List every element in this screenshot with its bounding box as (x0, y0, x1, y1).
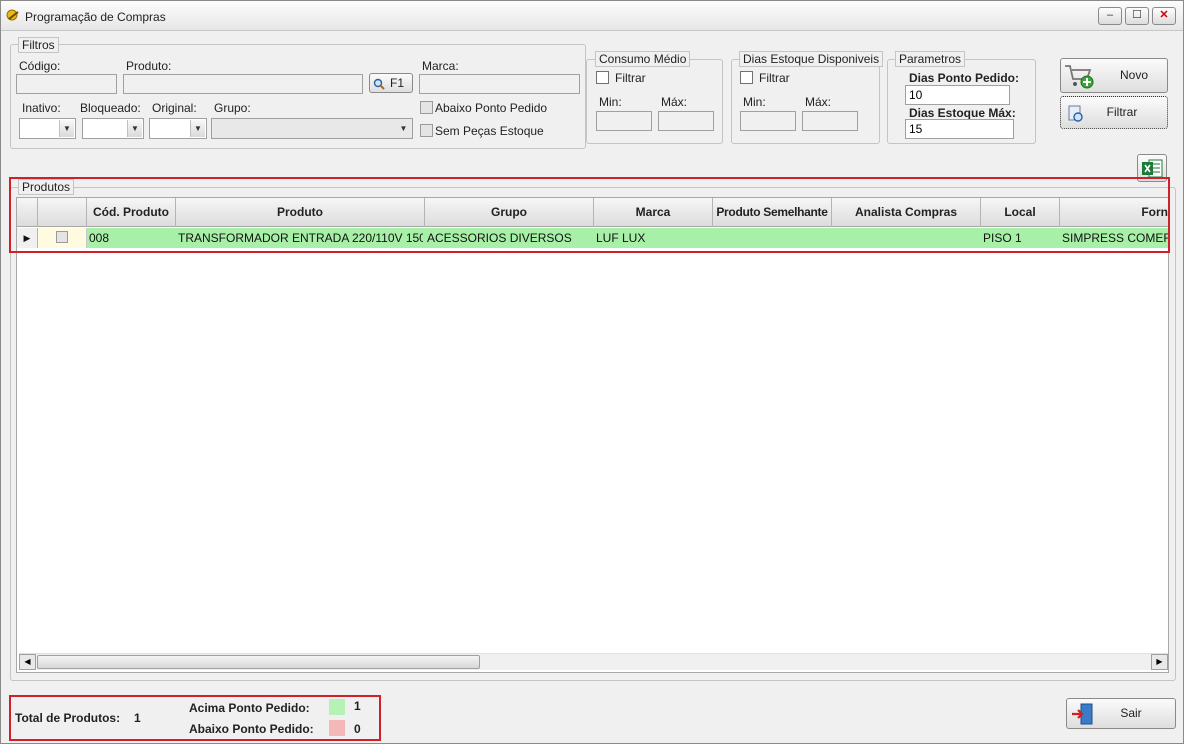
inativo-select[interactable]: ▼ (19, 118, 76, 139)
filter-icon (1067, 104, 1085, 135)
scroll-left-button[interactable]: ◀ (19, 654, 36, 670)
ponto-pedido-label: Dias Ponto Pedido: (909, 71, 1020, 85)
grupo-select[interactable]: ▼ (211, 118, 413, 139)
filtrar-button-label: Filtrar (1106, 105, 1138, 119)
maximize-button[interactable]: ☐ (1125, 7, 1149, 25)
close-button[interactable]: ✕ (1152, 7, 1176, 25)
scroll-right-button[interactable]: ▶ (1151, 654, 1168, 670)
highlight-footer-box (9, 695, 381, 741)
codigo-label: Código: (19, 59, 61, 73)
original-select[interactable]: ▼ (149, 118, 207, 139)
window-title: Programação de Compras (25, 10, 166, 24)
dias-estoque-label: Dias Estoque Disponiveis (739, 51, 884, 67)
magnifier-icon (373, 77, 385, 95)
minimize-button[interactable]: – (1098, 7, 1122, 25)
ponto-pedido-input[interactable]: 10 (905, 85, 1010, 105)
app-icon (6, 8, 21, 23)
chevron-down-icon: ▼ (399, 124, 408, 133)
chevron-down-icon: ▼ (127, 120, 142, 137)
consumo-min-input[interactable] (596, 111, 652, 131)
consumo-min-label: Min: (599, 95, 622, 109)
sem-pecas-checkbox[interactable] (420, 124, 433, 137)
dias-min-label: Min: (743, 95, 766, 109)
main-window: Programação de Compras – ☐ ✕ Filtros Cód… (0, 0, 1184, 744)
produto-label: Produto: (126, 59, 172, 73)
sair-label: Sair (1120, 706, 1142, 720)
filtrar-button[interactable]: Filtrar (1060, 96, 1168, 129)
scroll-thumb[interactable] (37, 655, 480, 669)
filtros-label: Filtros (18, 37, 59, 53)
estoque-max-label: Dias Estoque Máx: (909, 106, 1016, 120)
estoque-max-input[interactable]: 15 (905, 119, 1014, 139)
f1-label: F1 (389, 76, 404, 90)
consumo-filtrar-checkbox[interactable] (596, 71, 609, 84)
consumo-max-input[interactable] (658, 111, 714, 131)
consumo-filtrar-label: Filtrar (615, 71, 646, 85)
original-label: Original: (152, 101, 197, 115)
chevron-down-icon: ▼ (190, 120, 205, 137)
inativo-label: Inativo: (22, 101, 61, 115)
dias-max-input[interactable] (802, 111, 858, 131)
abaixo-ponto-checkbox[interactable] (420, 101, 433, 114)
produto-input[interactable] (123, 74, 363, 94)
sair-button[interactable]: Sair (1066, 698, 1176, 729)
produtos-grid: Cód. Produto Produto Grupo Marca Produto… (16, 197, 1169, 673)
exit-door-icon (1071, 703, 1095, 736)
bloqueado-select[interactable]: ▼ (82, 118, 144, 139)
dias-min-input[interactable] (740, 111, 796, 131)
consumo-max-label: Máx: (661, 95, 688, 109)
chevron-down-icon: ▼ (59, 120, 74, 137)
parametros-label: Parametros (895, 51, 966, 67)
horizontal-scrollbar[interactable]: ◀ ▶ (19, 653, 1168, 670)
consumo-label: Consumo Médio (595, 51, 691, 67)
dias-filtrar-label: Filtrar (759, 71, 790, 85)
marca-label: Marca: (422, 59, 459, 73)
highlight-grid-box (9, 177, 1170, 253)
novo-pedido-button[interactable]: Novo Pedido (1060, 58, 1168, 115)
dias-max-label: Máx: (805, 95, 832, 109)
sem-pecas-label: Sem Peças Estoque (435, 124, 544, 138)
grupo-label: Grupo: (214, 101, 251, 115)
f1-search-button[interactable]: F1 (369, 73, 413, 93)
codigo-input[interactable] (16, 74, 117, 94)
dias-filtrar-checkbox[interactable] (740, 71, 753, 84)
bloqueado-label: Bloqueado: (80, 101, 141, 115)
title-bar: Programação de Compras – ☐ ✕ (1, 1, 1183, 31)
marca-input[interactable] (419, 74, 580, 94)
abaixo-ponto-label: Abaixo Ponto Pedido (435, 101, 548, 115)
